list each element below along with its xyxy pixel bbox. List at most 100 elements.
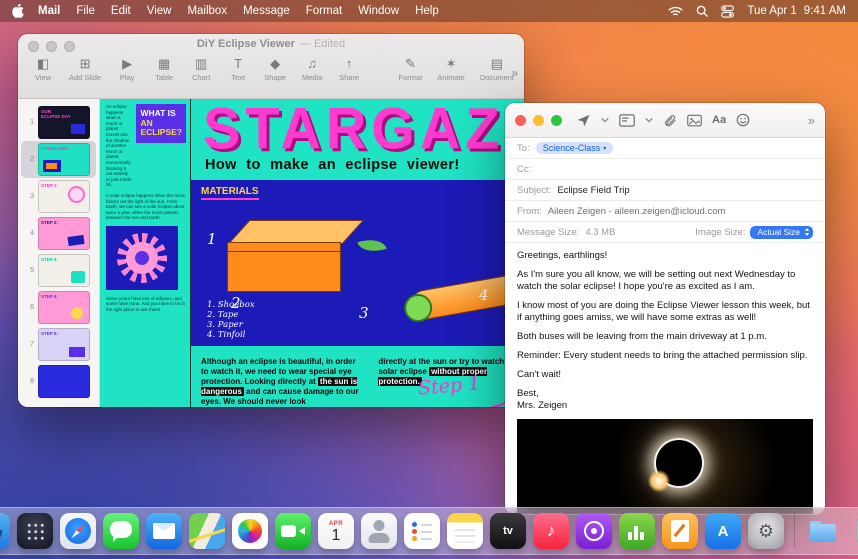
slide-preview-label: STARGAZER <box>41 146 71 151</box>
materials-number: 1 <box>207 230 217 248</box>
calendar-day: 1 <box>332 528 341 544</box>
slide-thumbnails: 1OUR ECLIPSE DAY2STARGAZER3STEP 1:4STEP … <box>18 99 100 407</box>
window-controls[interactable] <box>515 115 562 126</box>
insert-photo-button[interactable] <box>687 114 702 127</box>
toolbar-share-button[interactable]: ↑Share <box>338 56 360 82</box>
dock-settings-icon[interactable] <box>748 513 784 549</box>
header-options-chevron-icon[interactable] <box>645 117 653 123</box>
dock-calendar-icon[interactable]: APR1 <box>318 513 354 549</box>
toolbar-chart-button[interactable]: ▥Chart <box>190 56 212 82</box>
toolbar-overflow-button[interactable]: » <box>808 113 815 128</box>
to-field[interactable]: To: Science-Class ▾ <box>505 138 825 159</box>
mail-compose-window: Aa » To: Science-Class ▾ Cc: Subject: Ec… <box>505 103 825 515</box>
cc-field[interactable]: Cc: <box>505 159 825 180</box>
dock-mail-icon[interactable] <box>146 513 182 549</box>
slide-canvas[interactable]: An eclipse happens when a moon or planet… <box>100 99 524 407</box>
subject-field[interactable]: Subject: Eclipse Field Trip <box>505 180 825 201</box>
share-icon: ↑ <box>346 56 353 72</box>
zoom-button[interactable] <box>64 41 75 52</box>
toolbar-label: Format <box>399 73 423 82</box>
dock-pages-icon[interactable] <box>662 513 698 549</box>
to-label: To: <box>517 143 530 154</box>
minimize-button[interactable] <box>46 41 57 52</box>
toolbar-text-button[interactable]: TText <box>227 56 249 82</box>
toolbar-shape-button[interactable]: ◆Shape <box>264 56 286 82</box>
slide-thumbnail-7[interactable]: 7STEP 5: <box>21 326 96 363</box>
slide-thumbnail-1[interactable]: 1OUR ECLIPSE DAY <box>21 104 96 141</box>
toolbar-animate-button[interactable]: ✶Animate <box>437 56 465 82</box>
slide-thumbnail-4[interactable]: 4STEP 2: <box>21 215 96 252</box>
zoom-button[interactable] <box>551 115 562 126</box>
header-fields-button[interactable] <box>619 114 635 127</box>
toolbar-play-button[interactable]: ▶Play <box>116 56 138 82</box>
control-center-icon[interactable] <box>721 5 734 18</box>
image-size-select[interactable]: Actual Size <box>750 226 813 239</box>
dock-reminders-icon[interactable] <box>404 513 440 549</box>
toolbar-label: Shape <box>264 73 286 82</box>
toolbar-media-button[interactable]: ♫Media <box>301 56 323 82</box>
dock-tv-icon[interactable] <box>490 513 526 549</box>
send-button[interactable] <box>576 113 591 128</box>
dock-notes-icon[interactable] <box>447 513 483 549</box>
minimize-button[interactable] <box>533 115 544 126</box>
window-controls[interactable] <box>28 41 75 52</box>
dock-downloads-icon[interactable] <box>805 513 841 549</box>
from-value: Aileen Zeigen - aileen.zeigen@icloud.com <box>548 206 726 217</box>
menu-item-window[interactable]: Window <box>358 5 399 17</box>
slide-thumbnail-2[interactable]: 2STARGAZER <box>21 141 96 178</box>
dock-podcasts-icon[interactable] <box>576 513 612 549</box>
materials-item: 3. Paper <box>207 320 255 330</box>
toolbar-document-button[interactable]: ▤Document <box>480 56 514 82</box>
mail-body[interactable]: Greetings, earthlings!As I'm sure you al… <box>505 243 825 412</box>
dock-messages-icon[interactable] <box>103 513 139 549</box>
apple-menu[interactable] <box>12 4 24 18</box>
slide-preview: STEP 4: <box>38 291 90 324</box>
dock-facetime-icon[interactable] <box>275 513 311 549</box>
slide-thumbnail-8[interactable]: 8 <box>21 363 96 400</box>
slide-thumbnail-6[interactable]: 6STEP 4: <box>21 289 96 326</box>
menu-item-mail[interactable]: Mail <box>38 5 60 17</box>
dock-numbers-icon[interactable] <box>619 513 655 549</box>
close-button[interactable] <box>515 115 526 126</box>
whatis-line2: AN ECLIPSE? <box>140 119 182 138</box>
menu-item-view[interactable]: View <box>147 5 172 17</box>
eclipse-photo-attachment[interactable] <box>517 419 813 514</box>
dock-safari-icon[interactable] <box>60 513 96 549</box>
menu-item-file[interactable]: File <box>76 5 95 17</box>
toolbar-view-button[interactable]: ◧View <box>32 56 54 82</box>
dock-trash-icon[interactable] <box>848 513 858 549</box>
dock-finder-icon[interactable] <box>0 513 10 549</box>
toolbar-overflow-button[interactable]: » <box>511 58 518 80</box>
attach-button[interactable] <box>663 113 677 128</box>
dock-maps-icon[interactable] <box>189 513 225 549</box>
toolbar-add-slide-button[interactable]: ⊞Add Slide <box>69 56 101 82</box>
menu-item-edit[interactable]: Edit <box>111 5 131 17</box>
menu-date: Tue Apr 1 <box>747 5 796 17</box>
slide-thumbnail-5[interactable]: 5STEP 3: <box>21 252 96 289</box>
materials-number: 3 <box>359 304 369 322</box>
slide-thumbnail-3[interactable]: 3STEP 1: <box>21 178 96 215</box>
dock-launchpad-icon[interactable] <box>17 513 53 549</box>
menu-clock[interactable]: Tue Apr 1 9:41 AM <box>747 5 846 17</box>
window-title-edited: — Edited <box>300 38 345 50</box>
toolbar-table-button[interactable]: ▦Table <box>153 56 175 82</box>
menu-item-mailbox[interactable]: Mailbox <box>187 5 227 17</box>
recipient-token[interactable]: Science-Class ▾ <box>536 142 614 154</box>
dock-photos-icon[interactable] <box>232 513 268 549</box>
menu-item-format[interactable]: Format <box>306 5 342 17</box>
emoji-button[interactable] <box>736 113 750 127</box>
send-options-chevron-icon[interactable] <box>601 117 609 123</box>
wifi-icon[interactable] <box>668 6 683 17</box>
menu-item-help[interactable]: Help <box>415 5 439 17</box>
search-icon[interactable] <box>696 5 708 17</box>
dock-appstore-icon[interactable] <box>705 513 741 549</box>
chevron-down-icon: ▾ <box>603 145 606 152</box>
keynote-header: DiY Eclipse Viewer — Edited ◧View⊞Add Sl… <box>18 34 524 99</box>
menu-item-message[interactable]: Message <box>243 5 290 17</box>
from-field[interactable]: From: Aileen Zeigen - aileen.zeigen@iclo… <box>505 201 825 222</box>
dock-music-icon[interactable] <box>533 513 569 549</box>
format-button[interactable]: Aa <box>712 114 726 126</box>
toolbar-format-button[interactable]: ✎Format <box>399 56 423 82</box>
close-button[interactable] <box>28 41 39 52</box>
dock-contacts-icon[interactable] <box>361 513 397 549</box>
